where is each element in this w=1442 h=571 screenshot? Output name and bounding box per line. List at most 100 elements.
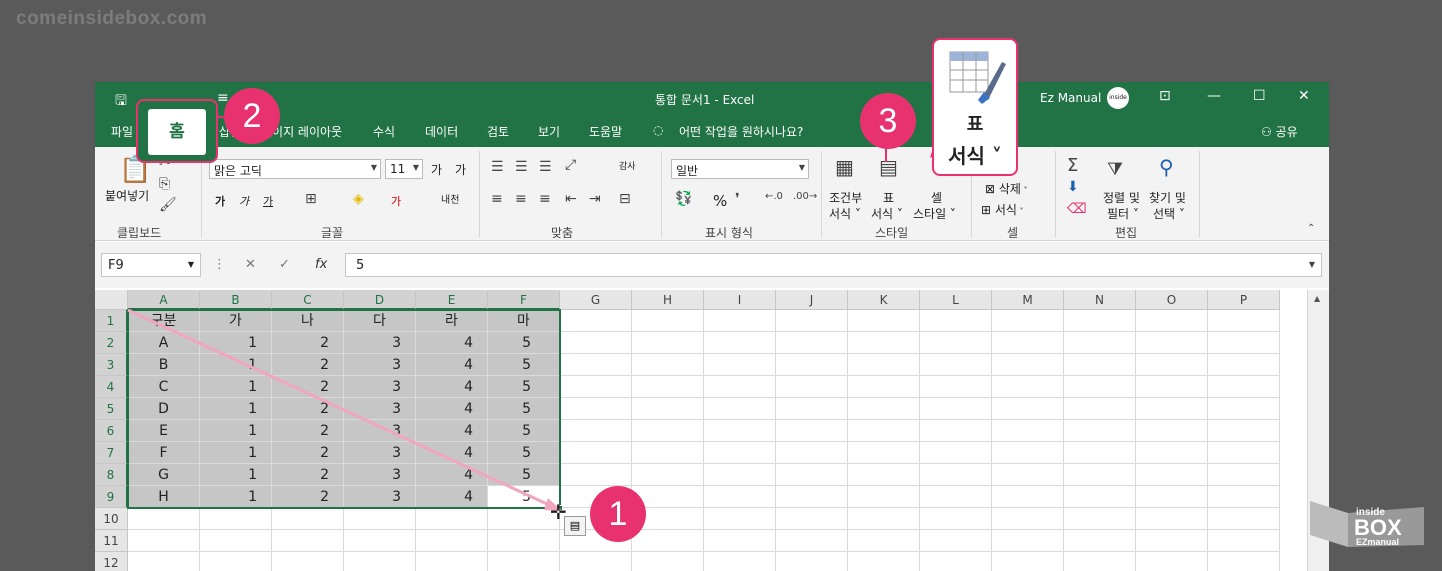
underline-button[interactable]: 가 xyxy=(263,193,273,209)
cell[interactable] xyxy=(704,420,776,442)
name-box[interactable]: F9 ▼ xyxy=(101,253,201,277)
column-header[interactable]: N xyxy=(1064,290,1136,310)
cell[interactable]: 1 xyxy=(200,376,272,398)
shrink-font-button[interactable]: 가 xyxy=(455,161,466,178)
tab-view[interactable]: 보기 xyxy=(538,123,560,140)
cell[interactable] xyxy=(272,552,344,571)
delete-cells-button[interactable]: ⊠ 삭제 ˅ xyxy=(985,180,1028,197)
cell[interactable] xyxy=(776,376,848,398)
format-as-table-callout[interactable]: 표 서식 ˅ xyxy=(932,38,1018,176)
align-middle-icon[interactable]: ☰ xyxy=(515,159,528,175)
row-header[interactable]: 5 xyxy=(95,398,128,420)
cell[interactable] xyxy=(416,552,488,571)
cell[interactable]: 4 xyxy=(416,376,488,398)
cell[interactable] xyxy=(128,530,200,552)
cell[interactable]: 5 xyxy=(488,354,560,376)
font-size-select[interactable]: 11 ▼ xyxy=(385,159,423,179)
cell[interactable] xyxy=(920,552,992,571)
cell[interactable] xyxy=(344,508,416,530)
cell[interactable] xyxy=(992,464,1064,486)
row-header[interactable]: 3 xyxy=(95,354,128,376)
cell[interactable]: 5 xyxy=(488,420,560,442)
cell[interactable] xyxy=(704,508,776,530)
cell[interactable] xyxy=(992,310,1064,332)
paste-button[interactable]: 붙여넣기 xyxy=(105,187,149,204)
cell[interactable] xyxy=(992,398,1064,420)
cell[interactable]: 4 xyxy=(416,486,488,508)
cell[interactable]: 구분 xyxy=(128,310,200,332)
cell[interactable] xyxy=(560,376,632,398)
accounting-format-icon[interactable]: 💱 xyxy=(675,191,692,207)
cell[interactable] xyxy=(704,442,776,464)
cell[interactable] xyxy=(632,310,704,332)
cell[interactable] xyxy=(848,310,920,332)
cell[interactable] xyxy=(560,464,632,486)
cell[interactable]: 1 xyxy=(200,464,272,486)
share-button[interactable]: ⚇ 공유 xyxy=(1261,123,1298,140)
tab-review[interactable]: 검토 xyxy=(487,123,509,140)
cell[interactable] xyxy=(560,332,632,354)
cell[interactable] xyxy=(920,310,992,332)
cell[interactable] xyxy=(704,310,776,332)
column-header[interactable]: J xyxy=(776,290,848,310)
collapse-ribbon-icon[interactable]: ⌃ xyxy=(1307,223,1315,234)
cell[interactable] xyxy=(920,376,992,398)
maximize-icon[interactable]: ☐ xyxy=(1253,88,1266,104)
cell[interactable] xyxy=(1136,442,1208,464)
cell[interactable] xyxy=(920,354,992,376)
column-header[interactable]: O xyxy=(1136,290,1208,310)
number-format-select[interactable]: 일반 ▼ xyxy=(671,159,809,179)
cell[interactable] xyxy=(200,552,272,571)
cell[interactable]: 3 xyxy=(344,420,416,442)
cell[interactable] xyxy=(632,464,704,486)
cancel-icon[interactable]: ✕ xyxy=(245,257,256,272)
cell[interactable] xyxy=(1136,398,1208,420)
format-painter-icon[interactable]: 🖌 xyxy=(159,197,177,213)
cell[interactable] xyxy=(704,552,776,571)
cell[interactable] xyxy=(1208,420,1280,442)
copy-icon[interactable]: ⎘ xyxy=(159,176,170,192)
cell[interactable] xyxy=(632,376,704,398)
cell[interactable]: 2 xyxy=(272,376,344,398)
comma-style-icon[interactable]: ❜ xyxy=(735,191,740,207)
row-header[interactable]: 1 xyxy=(95,310,128,332)
cell[interactable] xyxy=(1208,354,1280,376)
cell[interactable] xyxy=(848,552,920,571)
cell[interactable] xyxy=(992,376,1064,398)
cell[interactable]: 5 xyxy=(488,376,560,398)
cell[interactable]: 5 xyxy=(488,464,560,486)
cell[interactable] xyxy=(632,552,704,571)
cell[interactable]: 2 xyxy=(272,464,344,486)
row-header[interactable]: 7 xyxy=(95,442,128,464)
italic-button[interactable]: 가 xyxy=(239,193,249,209)
cell[interactable]: 4 xyxy=(416,420,488,442)
clear-icon[interactable]: ⌫ xyxy=(1067,201,1087,217)
cell[interactable] xyxy=(776,354,848,376)
avatar[interactable]: inside box xyxy=(1107,87,1129,123)
cell[interactable] xyxy=(632,332,704,354)
cell[interactable]: 4 xyxy=(416,398,488,420)
column-header[interactable]: L xyxy=(920,290,992,310)
cell[interactable] xyxy=(560,442,632,464)
cell[interactable]: 4 xyxy=(416,464,488,486)
cell[interactable] xyxy=(1064,310,1136,332)
cell[interactable] xyxy=(920,508,992,530)
formula-input[interactable]: 5 ▼ xyxy=(345,253,1322,277)
border-icon[interactable]: ⊞ xyxy=(305,191,317,207)
decrease-decimal-icon[interactable]: .00→ xyxy=(793,191,817,202)
cell[interactable] xyxy=(1208,508,1280,530)
cell[interactable] xyxy=(1064,552,1136,571)
cell[interactable] xyxy=(416,530,488,552)
column-header[interactable]: P xyxy=(1208,290,1280,310)
cell[interactable]: F xyxy=(128,442,200,464)
cell[interactable] xyxy=(992,332,1064,354)
increase-decimal-icon[interactable]: ←.0 xyxy=(765,191,783,202)
cell[interactable] xyxy=(920,442,992,464)
conditional-format-button[interactable]: 조건부 xyxy=(829,189,862,206)
cell[interactable]: 5 xyxy=(488,442,560,464)
font-name-select[interactable]: 맑은 고딕 ▼ xyxy=(209,159,381,179)
tab-file[interactable]: 파일 xyxy=(111,123,133,140)
orientation-icon[interactable]: ⤢ xyxy=(565,157,576,173)
cell[interactable] xyxy=(1208,376,1280,398)
row-header[interactable]: 10 xyxy=(95,508,128,530)
